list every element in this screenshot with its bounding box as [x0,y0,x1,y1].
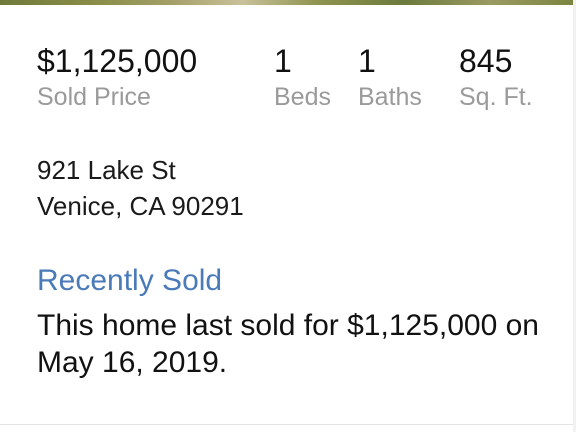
baths-stat: 1 Baths [358,42,422,114]
baths-value: 1 [358,43,376,79]
beds-stat: 1 Beds [274,42,331,114]
listing-photo-edge[interactable] [0,0,576,5]
section-divider [0,424,576,425]
sold-price-stat: $1,125,000 Sold Price [37,42,197,114]
recently-sold-title: Recently Sold [37,264,223,297]
address-line-1: 921 Lake St [37,155,176,185]
address-line-2: Venice, CA 90291 [37,191,244,221]
beds-value: 1 [274,43,292,79]
baths-label: Baths [358,83,422,111]
recently-sold-description: This home last sold for $1,125,000 on Ma… [37,309,539,379]
sqft-stat: 845 Sq. Ft. [459,42,533,114]
sqft-value: 845 [459,43,513,79]
sqft-label: Sq. Ft. [459,83,533,111]
sold-price-label: Sold Price [37,83,151,111]
property-address: 921 Lake St Venice, CA 90291 [37,152,244,224]
beds-label: Beds [274,83,331,111]
listing-stats: $1,125,000 Sold Price 1 Beds 1 Baths 845… [0,42,576,122]
sold-price-value: $1,125,000 [37,43,198,79]
